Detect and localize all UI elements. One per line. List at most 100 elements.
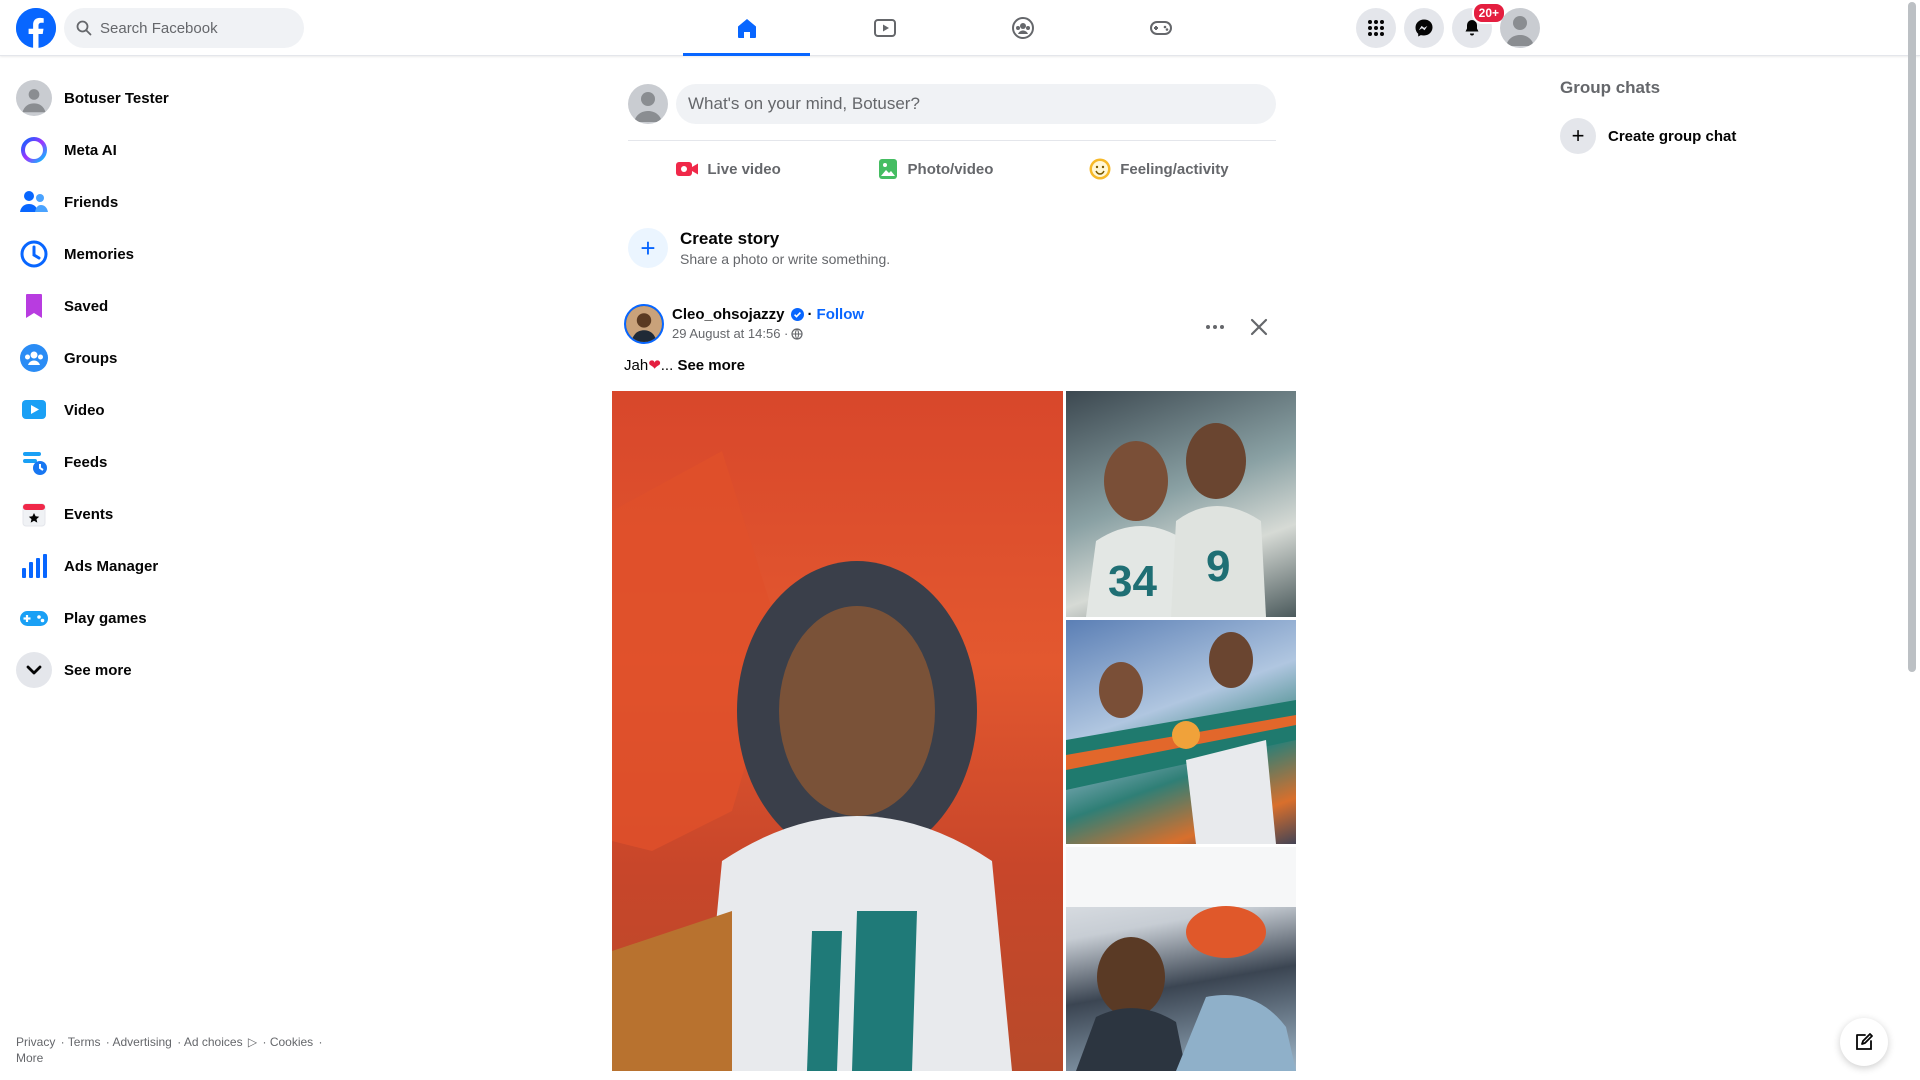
left-sidebar: Botuser Tester Meta AI Friends Memories …	[8, 72, 348, 696]
tab-groups[interactable]	[959, 0, 1086, 56]
tab-gaming[interactable]	[1097, 0, 1224, 56]
post-author-name[interactable]: Cleo_ohsojazzy	[672, 306, 785, 323]
footer-ad-choices-link[interactable]: Ad choices	[184, 1035, 243, 1049]
sidebar-item-groups[interactable]: Groups	[8, 332, 348, 384]
plus-icon: +	[628, 228, 668, 268]
tab-home[interactable]	[683, 0, 810, 56]
dot-separator: ·	[780, 326, 789, 341]
scrollbar-thumb[interactable]	[1908, 2, 1916, 672]
sidebar-item-memories[interactable]: Memories	[8, 228, 348, 280]
live-video-icon	[676, 162, 699, 176]
compose-icon	[1856, 1033, 1873, 1050]
composer-divider	[628, 140, 1276, 141]
footer-terms-link[interactable]: Terms	[68, 1035, 101, 1049]
create-story[interactable]: + Create story Share a photo or write so…	[628, 224, 1276, 272]
sidebar-item-events[interactable]: Events	[8, 488, 348, 540]
sidebar-item-label: Ads Manager	[64, 557, 159, 575]
profile-avatar	[16, 80, 52, 116]
dot-separator: ·	[807, 306, 813, 323]
page-scrollbar[interactable]	[1906, 0, 1916, 1080]
sidebar-item-label: See more	[64, 661, 132, 679]
live-video-button[interactable]: Live video	[675, 157, 781, 181]
saved-icon	[16, 288, 52, 324]
composer-avatar[interactable]	[628, 84, 668, 124]
ads-manager-icon	[16, 548, 52, 584]
avatar-icon	[1506, 16, 1534, 46]
friends-icon	[16, 184, 52, 220]
sidebar-item-meta-ai[interactable]: Meta AI	[8, 124, 348, 176]
post-body: Jah	[624, 357, 649, 374]
main-nav-tabs	[683, 0, 1235, 56]
sidebar-item-label: Groups	[64, 349, 118, 367]
right-sidebar: Group chats + Create group chat	[1560, 78, 1900, 156]
memories-icon	[16, 236, 52, 272]
svg-text:9: 9	[1206, 542, 1230, 591]
notifications-button[interactable]: 20+	[1452, 2, 1506, 48]
search-input[interactable]	[100, 19, 280, 37]
video-icon	[873, 19, 896, 37]
post-text: Jah❤... See more	[624, 357, 745, 374]
post-photo-3[interactable]	[1066, 620, 1296, 844]
groups-icon	[16, 340, 52, 376]
messenger-button[interactable]	[1404, 8, 1444, 48]
footer-advertising-link[interactable]: Advertising	[112, 1035, 171, 1049]
post-photo-grid: 34 9	[612, 391, 1296, 1071]
home-icon	[737, 19, 756, 38]
search-box[interactable]	[64, 8, 304, 48]
sidebar-item-feeds[interactable]: Feeds	[8, 436, 348, 488]
sidebar-item-saved[interactable]: Saved	[8, 280, 348, 332]
ad-choices-icon: ▷	[247, 1035, 258, 1049]
create-story-title: Create story	[680, 229, 780, 248]
post-timestamp[interactable]: 29 August at 14:56	[672, 326, 780, 341]
sidebar-item-play-games[interactable]: Play games	[8, 592, 348, 644]
sidebar-item-label: Events	[64, 505, 114, 523]
tab-video[interactable]	[821, 0, 948, 56]
groups-icon	[1011, 17, 1034, 39]
create-group-chat-button[interactable]: + Create group chat	[1560, 116, 1900, 156]
post-photo-4[interactable]	[1066, 847, 1296, 1071]
sidebar-item-label: Botuser Tester	[64, 89, 169, 107]
svg-text:34: 34	[1108, 557, 1157, 606]
chevron-down-icon	[16, 652, 52, 688]
facebook-logo-icon[interactable]	[16, 8, 56, 48]
header-right-icons: 20+	[1356, 2, 1540, 48]
sidebar-item-profile[interactable]: Botuser Tester	[8, 72, 348, 124]
sidebar-item-ads-manager[interactable]: Ads Manager	[8, 540, 348, 592]
account-avatar-button[interactable]	[1500, 8, 1540, 48]
footer-cookies-link[interactable]: Cookies	[270, 1035, 313, 1049]
top-navigation-bar: 20+	[0, 0, 1920, 56]
sidebar-item-label: Friends	[64, 193, 119, 211]
new-message-button[interactable]	[1840, 1018, 1888, 1066]
messenger-icon	[1415, 19, 1433, 37]
menu-button[interactable]	[1356, 8, 1396, 48]
post-photo-2[interactable]: 34 9	[1066, 391, 1296, 617]
feed-post: Cleo_ohsojazzy · Follow 29 August at 14:…	[612, 304, 1296, 1071]
search-icon	[76, 20, 92, 36]
create-group-chat-label: Create group chat	[1608, 127, 1737, 145]
sidebar-item-label: Video	[64, 401, 105, 419]
more-options-icon[interactable]	[1204, 316, 1226, 338]
verified-badge-icon	[790, 308, 804, 321]
post-author-avatar[interactable]	[624, 304, 664, 344]
post-photo-main[interactable]	[612, 391, 1063, 1071]
follow-button[interactable]: Follow	[817, 306, 865, 323]
close-icon[interactable]	[1248, 316, 1270, 338]
post-composer: What's on your mind, Botuser? Live video…	[628, 80, 1276, 189]
grid-menu-icon	[1368, 20, 1384, 36]
sidebar-item-friends[interactable]: Friends	[8, 176, 348, 228]
sidebar-item-see-more[interactable]: See more	[8, 644, 348, 696]
feeling-activity-button[interactable]: Feeling/activity	[1088, 157, 1229, 181]
play-games-icon	[16, 600, 52, 636]
photo-video-button[interactable]: Photo/video	[876, 157, 993, 181]
meta-ai-icon	[16, 132, 52, 168]
sidebar-item-video[interactable]: Video	[8, 384, 348, 436]
composer-input[interactable]: What's on your mind, Botuser?	[676, 84, 1276, 124]
globe-icon	[791, 327, 803, 340]
create-story-subtitle: Share a photo or write something.	[680, 251, 891, 267]
see-more-link[interactable]: See more	[677, 357, 745, 374]
sidebar-item-label: Play games	[64, 609, 147, 627]
footer-more-link[interactable]: More	[16, 1051, 43, 1065]
sidebar-item-label: Saved	[64, 297, 109, 315]
footer-privacy-link[interactable]: Privacy	[16, 1035, 55, 1049]
smiley-icon	[1089, 158, 1111, 180]
